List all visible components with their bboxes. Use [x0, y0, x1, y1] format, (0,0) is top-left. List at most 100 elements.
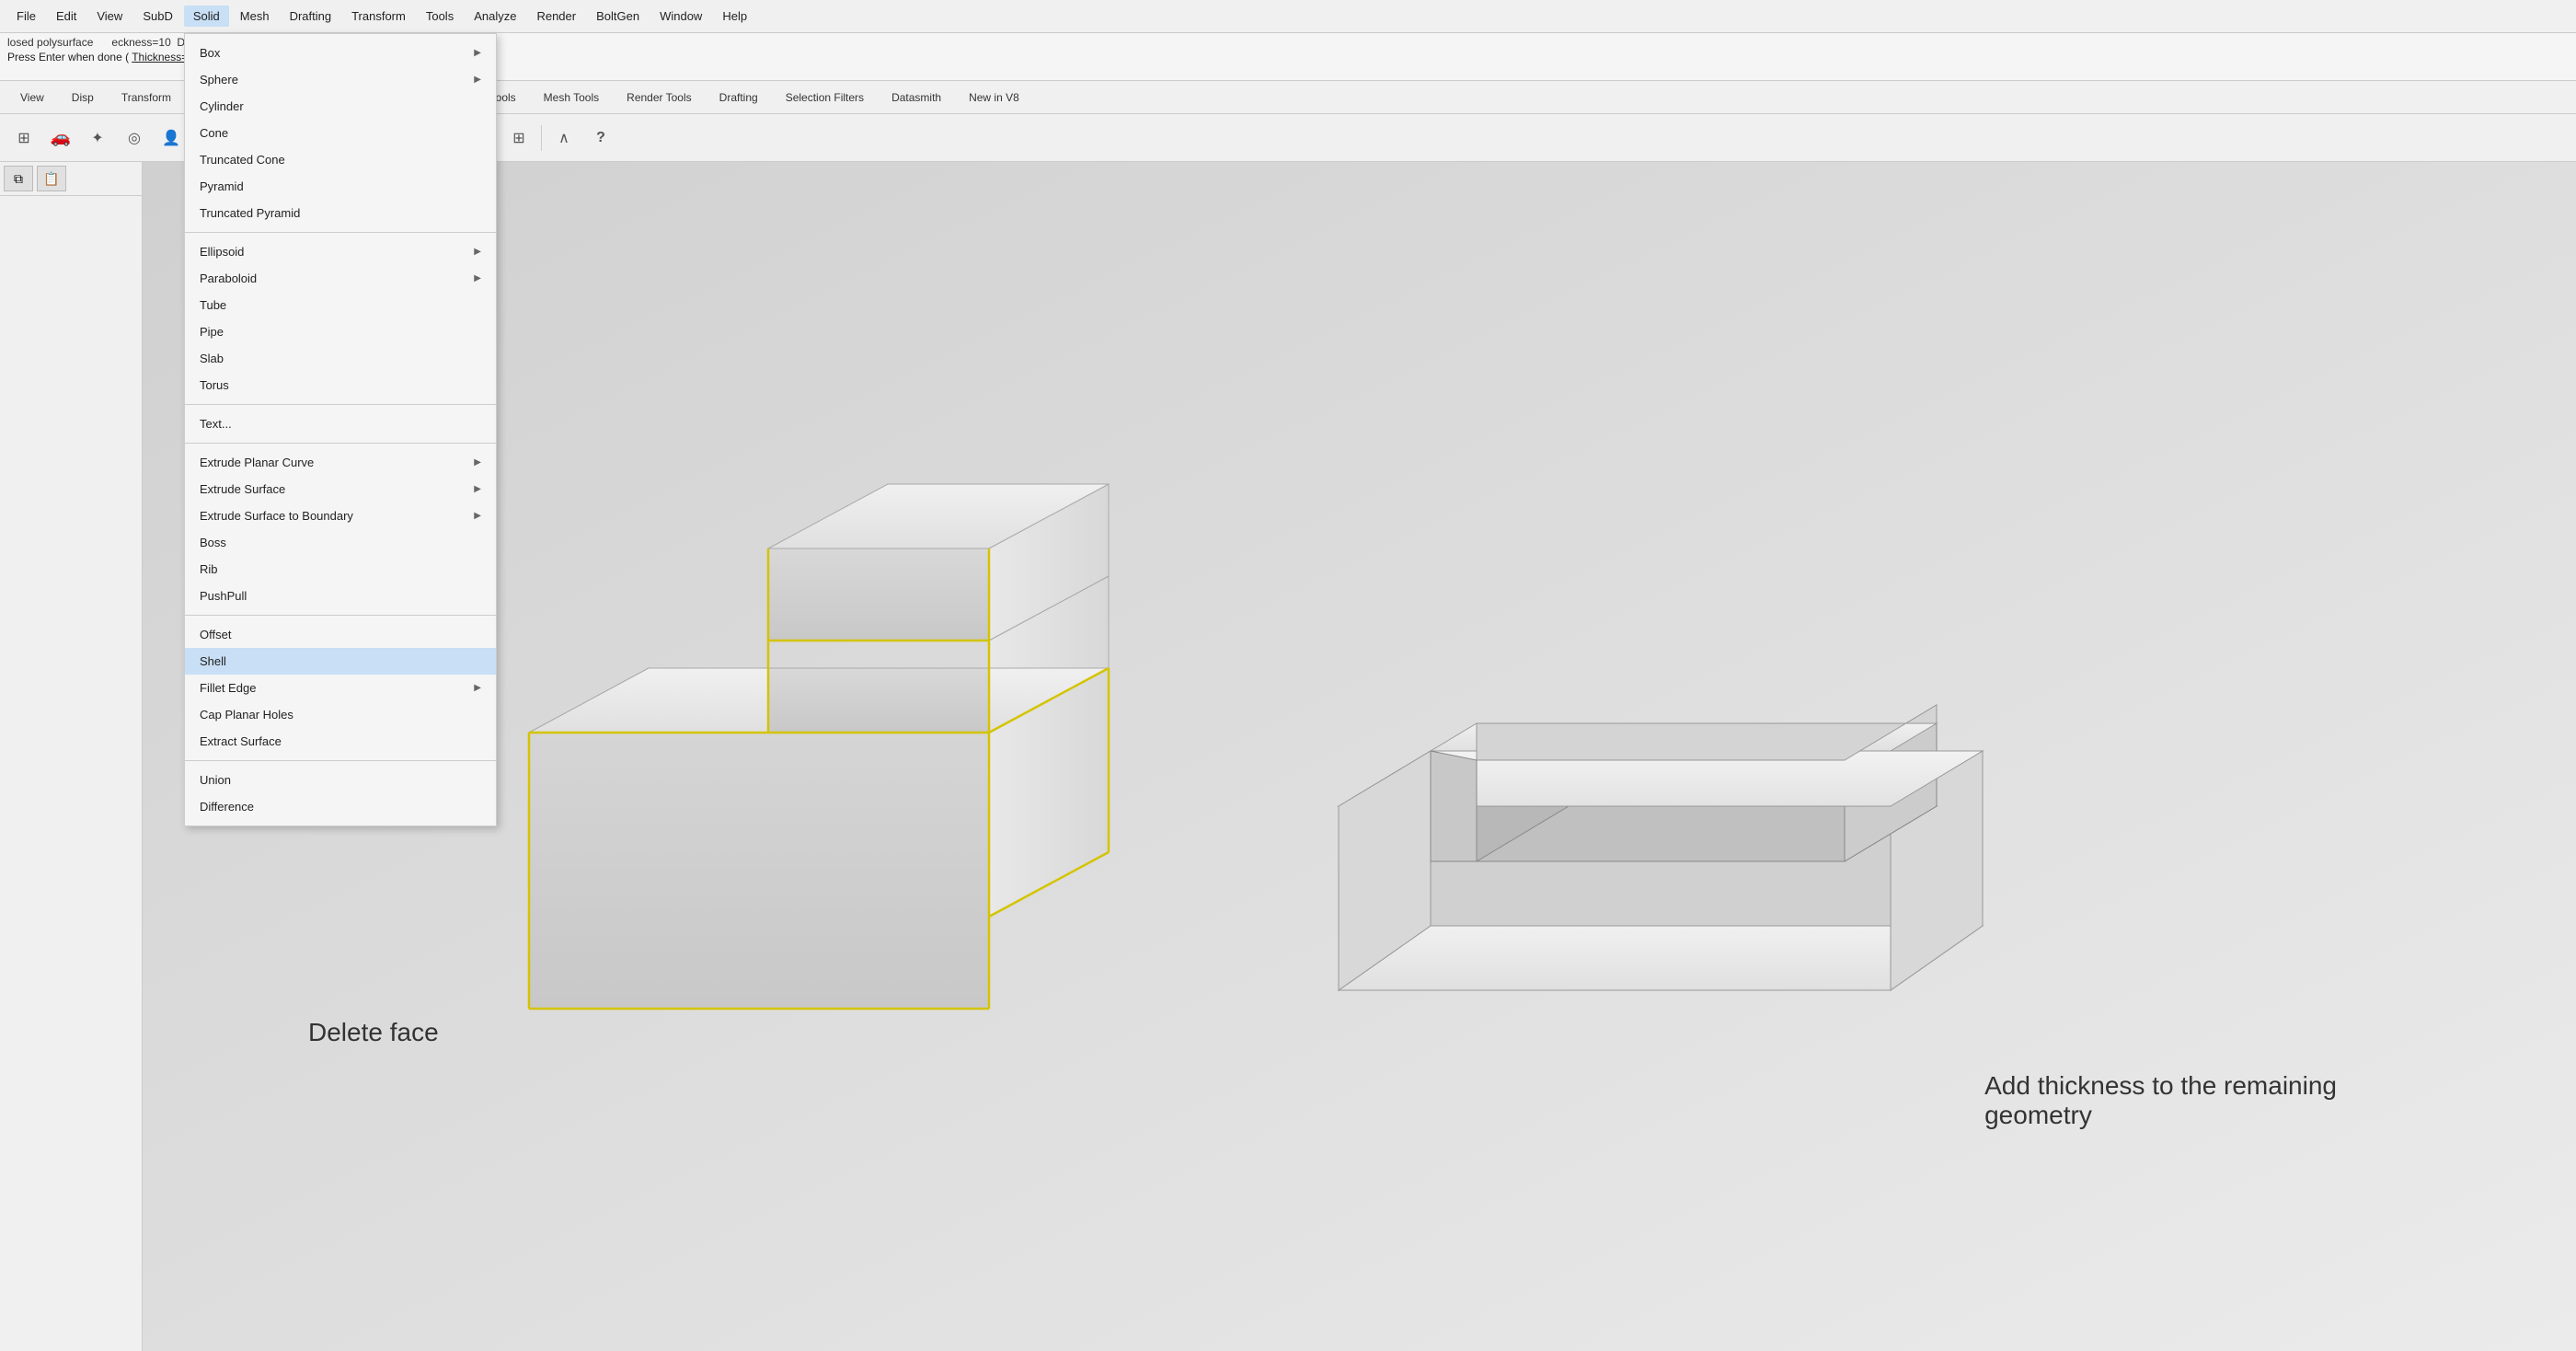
menu-item-union[interactable]: Union	[185, 767, 496, 793]
panel-copy-btn[interactable]: ⧉	[4, 166, 33, 191]
menu-item-rib[interactable]: Rib	[185, 556, 496, 583]
menu-item-box[interactable]: Box ▶	[185, 40, 496, 66]
left-panel-top: ⧉ 📋	[0, 162, 142, 196]
menu-drafting[interactable]: Drafting	[281, 6, 341, 27]
menu-group-4: Extrude Planar Curve ▶ Extrude Surface ▶…	[185, 447, 496, 611]
menu-render[interactable]: Render	[527, 6, 585, 27]
menu-group-3: Text...	[185, 409, 496, 439]
solid-dropdown-menu: Box ▶ Sphere ▶ Cylinder Cone Truncated C…	[184, 33, 497, 826]
separator-3	[185, 443, 496, 444]
menu-item-boss[interactable]: Boss	[185, 529, 496, 556]
panel-paste-btn[interactable]: 📋	[37, 166, 66, 191]
menu-item-truncated-pyramid-label: Truncated Pyramid	[200, 206, 300, 220]
menu-item-ellipsoid[interactable]: Ellipsoid ▶	[185, 238, 496, 265]
menu-item-difference[interactable]: Difference	[185, 793, 496, 820]
menu-item-sphere[interactable]: Sphere ▶	[185, 66, 496, 93]
menu-help[interactable]: Help	[713, 6, 756, 27]
menu-item-slab[interactable]: Slab	[185, 345, 496, 372]
menu-item-sphere-label: Sphere	[200, 73, 238, 87]
separator-1	[185, 232, 496, 233]
delete-face-label: Delete face	[308, 1018, 439, 1047]
menu-item-extract-surface[interactable]: Extract Surface	[185, 728, 496, 755]
menu-item-difference-label: Difference	[200, 800, 254, 814]
menu-item-cap-planar-holes[interactable]: Cap Planar Holes	[185, 701, 496, 728]
menu-item-pushpull[interactable]: PushPull	[185, 583, 496, 609]
menu-item-extrude-surface-to-boundary[interactable]: Extrude Surface to Boundary ▶	[185, 502, 496, 529]
menu-item-torus[interactable]: Torus	[185, 372, 496, 398]
menu-item-union-label: Union	[200, 773, 231, 787]
tab-render-tools[interactable]: Render Tools	[614, 87, 705, 108]
menu-analyze[interactable]: Analyze	[465, 6, 525, 27]
menu-item-shell-label: Shell	[200, 654, 226, 668]
menu-item-paraboloid-label: Paraboloid	[200, 271, 257, 285]
menu-view[interactable]: View	[87, 6, 132, 27]
menu-item-text-label: Text...	[200, 417, 232, 431]
menu-item-text[interactable]: Text...	[185, 410, 496, 437]
menu-item-boss-label: Boss	[200, 536, 226, 549]
menu-item-rib-label: Rib	[200, 562, 218, 576]
grid-icon[interactable]: ⊞	[7, 121, 40, 155]
menu-subd[interactable]: SubD	[133, 6, 182, 27]
tab-disp[interactable]: Disp	[59, 87, 107, 108]
menu-item-cylinder-label: Cylinder	[200, 99, 244, 113]
add-thickness-label: Add thickness to the remaining geometry	[1984, 1071, 2337, 1130]
menu-item-fillet-edge-label: Fillet Edge	[200, 681, 256, 695]
left-panel: ⧉ 📋	[0, 162, 143, 1351]
menu-item-box-label: Box	[200, 46, 220, 60]
tab-transform[interactable]: Transform	[109, 87, 184, 108]
tab-new-in-v8[interactable]: New in V8	[956, 87, 1032, 108]
menu-item-fillet-edge[interactable]: Fillet Edge ▶	[185, 675, 496, 701]
star-icon[interactable]: ✦	[81, 121, 114, 155]
menu-item-extrude-planar-curve[interactable]: Extrude Planar Curve ▶	[185, 449, 496, 476]
target-icon[interactable]: ◎	[118, 121, 151, 155]
menu-tools[interactable]: Tools	[417, 6, 463, 27]
question-icon[interactable]: ?	[584, 121, 617, 155]
tab-selection-filters[interactable]: Selection Filters	[773, 87, 877, 108]
separator-2	[185, 404, 496, 405]
viewport[interactable]: Delete face Add thickness to the remaini…	[143, 162, 2576, 1351]
menu-item-cylinder[interactable]: Cylinder	[185, 93, 496, 120]
fillet-edge-arrow-icon: ▶	[474, 683, 481, 693]
sphere-arrow-icon: ▶	[474, 75, 481, 85]
menu-window[interactable]: Window	[650, 6, 711, 27]
menu-item-pushpull-label: PushPull	[200, 589, 247, 603]
extrude-surface-arrow-icon: ▶	[474, 484, 481, 494]
menu-item-pyramid[interactable]: Pyramid	[185, 173, 496, 200]
ellipsoid-arrow-icon: ▶	[474, 247, 481, 257]
menu-group-5: Offset Shell Fillet Edge ▶ Cap Planar Ho…	[185, 619, 496, 756]
tool2-icon[interactable]: ⊞	[502, 121, 535, 155]
menu-item-shell[interactable]: Shell	[185, 648, 496, 675]
menu-edit[interactable]: Edit	[47, 6, 86, 27]
toolbar-separator-3	[541, 125, 542, 151]
press-enter-label: Press Enter when done (	[7, 51, 132, 64]
car-icon[interactable]: 🚗	[44, 121, 77, 155]
menu-transform[interactable]: Transform	[342, 6, 415, 27]
tab-mesh-tools[interactable]: Mesh Tools	[531, 87, 612, 108]
terrain-icon[interactable]: ∧	[547, 121, 581, 155]
menu-item-paraboloid[interactable]: Paraboloid ▶	[185, 265, 496, 292]
menu-item-offset[interactable]: Offset	[185, 621, 496, 648]
tab-datasmith[interactable]: Datasmith	[879, 87, 954, 108]
tab-drafting[interactable]: Drafting	[707, 87, 771, 108]
menu-mesh[interactable]: Mesh	[231, 6, 279, 27]
menu-item-pipe[interactable]: Pipe	[185, 318, 496, 345]
menu-item-tube-label: Tube	[200, 298, 226, 312]
menu-item-extrude-surface-label: Extrude Surface	[200, 482, 285, 496]
person-icon[interactable]: 👤	[155, 121, 188, 155]
menu-file[interactable]: File	[7, 6, 45, 27]
menu-item-truncated-pyramid[interactable]: Truncated Pyramid	[185, 200, 496, 226]
scene-svg	[143, 162, 2576, 1351]
extrude-boundary-arrow-icon: ▶	[474, 511, 481, 521]
menu-solid[interactable]: Solid	[184, 6, 229, 27]
menu-item-pyramid-label: Pyramid	[200, 179, 244, 193]
menu-item-cone[interactable]: Cone	[185, 120, 496, 146]
menu-group-1: Box ▶ Sphere ▶ Cylinder Cone Truncated C…	[185, 38, 496, 228]
menu-group-6: Union Difference	[185, 765, 496, 822]
tab-view[interactable]: View	[7, 87, 57, 108]
extrude-planar-arrow-icon: ▶	[474, 457, 481, 468]
menu-item-tube[interactable]: Tube	[185, 292, 496, 318]
menu-item-extrude-surface[interactable]: Extrude Surface ▶	[185, 476, 496, 502]
menu-item-truncated-cone[interactable]: Truncated Cone	[185, 146, 496, 173]
menu-item-slab-label: Slab	[200, 352, 224, 365]
menu-boltgen[interactable]: BoltGen	[587, 6, 649, 27]
